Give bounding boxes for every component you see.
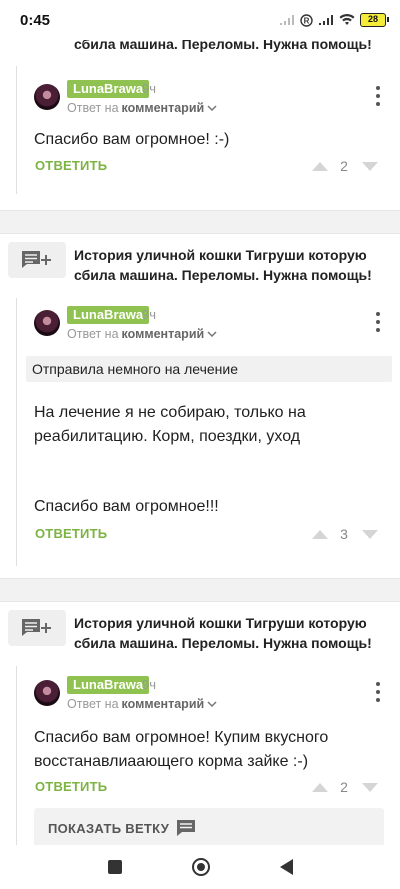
comment: LunaBrawa 9ч Ответ на комментарий Отправ… bbox=[24, 306, 400, 576]
vote-count: 3 bbox=[340, 526, 348, 542]
show-thread-label: ПОКАЗАТЬ ВЕТКУ bbox=[48, 820, 170, 836]
signal-icon bbox=[319, 15, 333, 25]
comment-text: Спасибо вам огромное! :-) bbox=[34, 131, 230, 148]
downvote-icon[interactable] bbox=[362, 161, 378, 171]
thread-line bbox=[16, 66, 17, 194]
comment: LunaBrawa 9ч Ответ на комментарий Спасиб… bbox=[24, 676, 400, 845]
section-separator bbox=[0, 210, 400, 234]
thread-line bbox=[16, 666, 17, 845]
author-badge[interactable]: LunaBrawa bbox=[67, 676, 150, 694]
reply-button[interactable]: ОТВЕТИТЬ bbox=[35, 526, 107, 541]
reply-to-prefix: Ответ на bbox=[67, 101, 119, 115]
vote-control: 2 bbox=[312, 158, 392, 174]
more-vertical-icon[interactable] bbox=[374, 86, 382, 106]
comment: LunaBrawa 9ч Ответ на комментарий Спасиб… bbox=[24, 80, 400, 200]
post-section: История уличной кошки Тигруши которую сб… bbox=[0, 234, 400, 578]
reply-button[interactable]: ОТВЕТИТЬ bbox=[35, 779, 107, 794]
system-nav-bar bbox=[0, 845, 400, 889]
upvote-icon[interactable] bbox=[312, 782, 328, 792]
comments-feed[interactable]: сбила машина. Переломы. Нужна помощь! Lu… bbox=[0, 0, 400, 845]
comment-time: 9ч bbox=[142, 677, 157, 692]
reply-to-link[interactable]: комментарий bbox=[122, 697, 205, 711]
more-vertical-icon[interactable] bbox=[374, 682, 382, 702]
comment-time: 9ч bbox=[142, 307, 157, 322]
reply-to-prefix: Ответ на bbox=[67, 697, 119, 711]
battery-icon: 28 bbox=[360, 13, 389, 27]
post-header: История уличной кошки Тигруши которую сб… bbox=[8, 608, 392, 658]
chevron-down-icon bbox=[207, 105, 217, 111]
comment-time: 9ч bbox=[142, 81, 157, 96]
signal-off-icon bbox=[280, 15, 294, 25]
post-header: История уличной кошки Тигруши которую сб… bbox=[8, 240, 392, 290]
comment-add-icon[interactable] bbox=[8, 242, 66, 278]
downvote-icon[interactable] bbox=[362, 782, 378, 792]
vote-control: 3 bbox=[312, 526, 392, 542]
reply-button[interactable]: ОТВЕТИТЬ bbox=[35, 158, 107, 173]
downvote-icon[interactable] bbox=[362, 529, 378, 539]
reply-to-link[interactable]: комментарий bbox=[122, 101, 205, 115]
post-title[interactable]: История уличной кошки Тигруши которую сб… bbox=[74, 613, 384, 653]
reply-to-prefix: Ответ на bbox=[67, 327, 119, 341]
reply-to[interactable]: Ответ на комментарий bbox=[67, 697, 217, 711]
show-thread-button[interactable]: ПОКАЗАТЬ ВЕТКУ bbox=[34, 808, 384, 845]
chevron-down-icon bbox=[207, 331, 217, 337]
avatar[interactable] bbox=[34, 310, 60, 336]
status-bar: 0:45 R 28 bbox=[0, 0, 400, 40]
upvote-icon[interactable] bbox=[312, 161, 328, 171]
home-icon[interactable] bbox=[191, 858, 210, 876]
comment-icon bbox=[177, 820, 196, 836]
vote-control: 2 bbox=[312, 779, 392, 795]
avatar[interactable] bbox=[34, 680, 60, 706]
registered-icon: R bbox=[300, 13, 313, 27]
author-badge[interactable]: LunaBrawa bbox=[67, 80, 150, 98]
recents-icon[interactable] bbox=[107, 860, 122, 874]
section-separator bbox=[0, 578, 400, 602]
post-section: История уличной кошки Тигруши которую сб… bbox=[0, 602, 400, 845]
vote-count: 2 bbox=[340, 158, 348, 174]
status-time: 0:45 bbox=[20, 11, 51, 29]
author-badge[interactable]: LunaBrawa bbox=[67, 306, 150, 324]
status-icons: R 28 bbox=[279, 13, 389, 27]
avatar[interactable] bbox=[34, 84, 60, 110]
reply-to[interactable]: Ответ на комментарий bbox=[67, 101, 217, 115]
comment-text: Спасибо вам огромное! Купим вкусного вос… bbox=[34, 729, 329, 770]
reply-to-link[interactable]: комментарий bbox=[122, 327, 205, 341]
post-title[interactable]: История уличной кошки Тигруши которую сб… bbox=[74, 245, 384, 285]
upvote-icon[interactable] bbox=[312, 529, 328, 539]
back-icon[interactable] bbox=[279, 859, 293, 875]
chevron-down-icon bbox=[207, 701, 217, 707]
thread-line bbox=[16, 298, 17, 566]
more-vertical-icon[interactable] bbox=[374, 312, 382, 332]
wifi-icon bbox=[339, 14, 355, 25]
vote-count: 2 bbox=[340, 779, 348, 795]
comment-text: На лечение я не собираю, только на реаби… bbox=[34, 404, 306, 445]
reply-to[interactable]: Ответ на комментарий bbox=[67, 327, 217, 341]
quoted-text: Отправила немного на лечение bbox=[26, 356, 392, 382]
svg-text:R: R bbox=[304, 16, 310, 25]
comment-text-line2: Спасибо вам огромное!!! bbox=[34, 498, 219, 515]
comment-add-icon[interactable] bbox=[8, 610, 66, 646]
